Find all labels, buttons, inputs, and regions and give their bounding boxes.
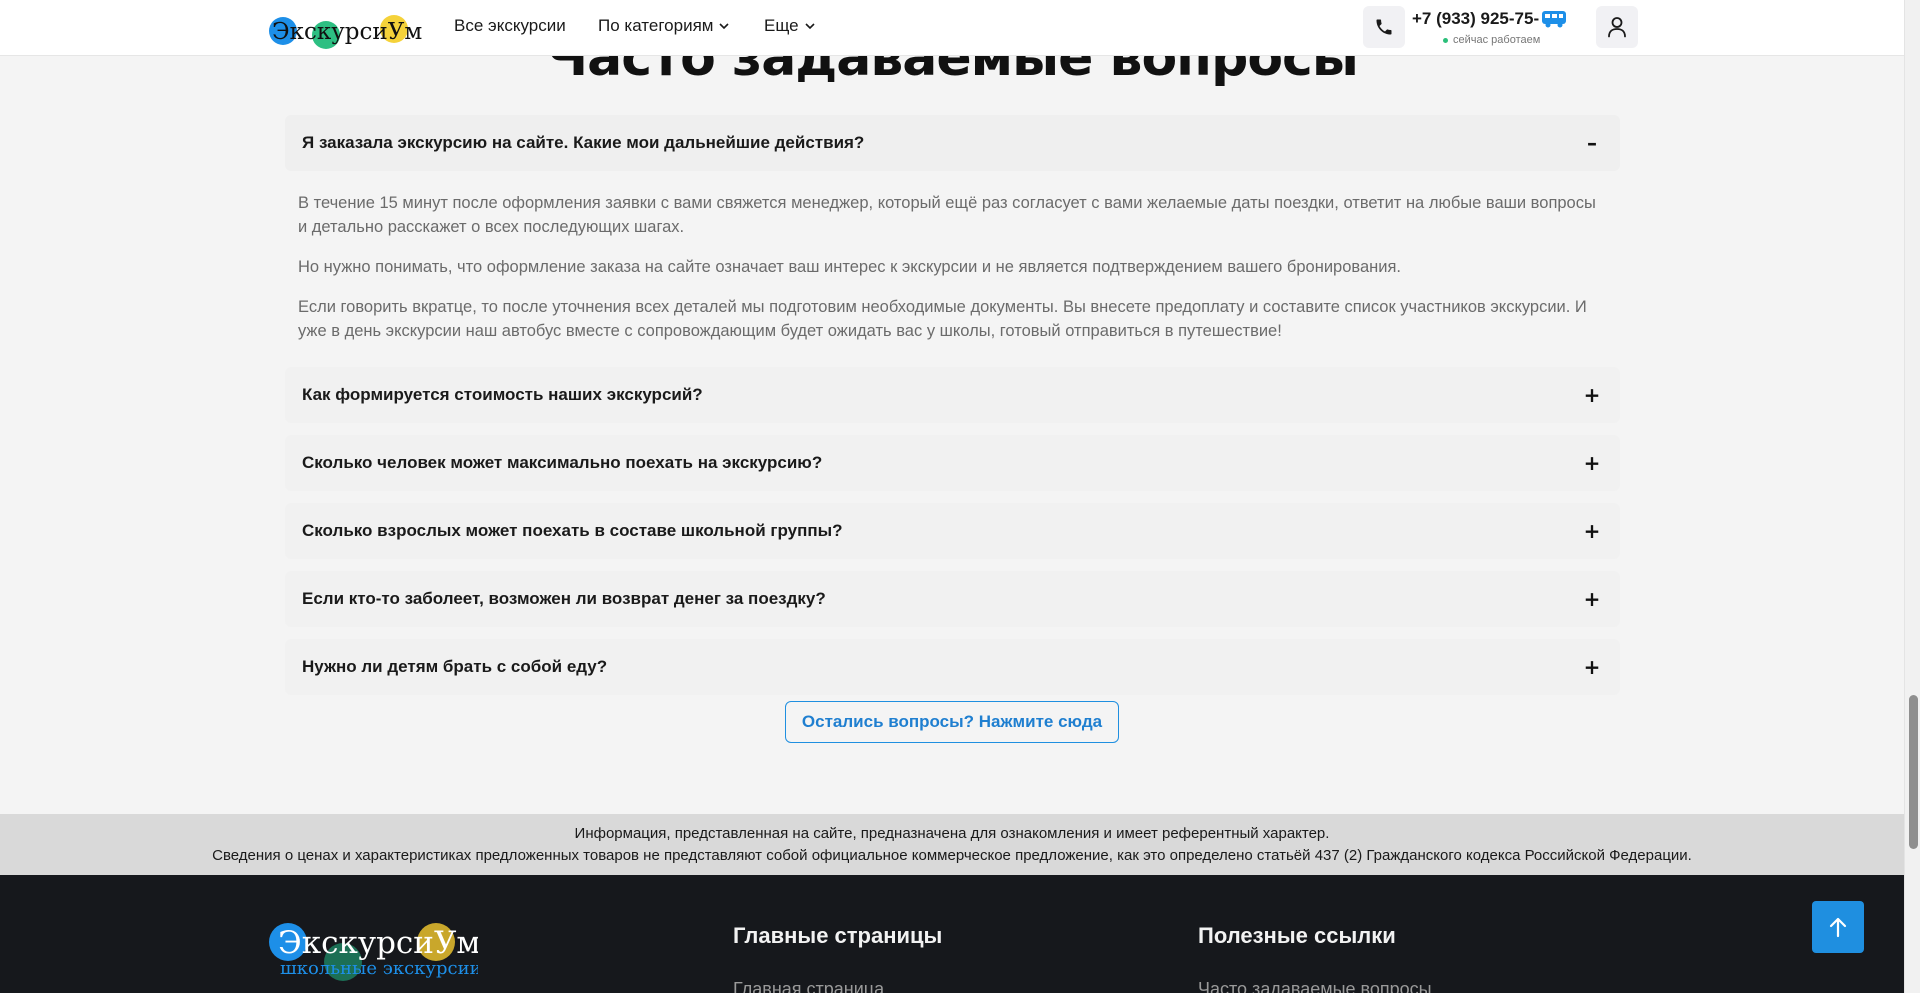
disclaimer-line: Сведения о ценах и характеристиках предл…	[212, 847, 1692, 864]
more-questions-wrap: Остались вопросы? Нажмите сюда	[0, 701, 1904, 743]
faq-question: Сколько взрослых может поехать в составе…	[302, 521, 843, 540]
faq-answer: В течение 15 минут после оформления заяв…	[285, 171, 1620, 355]
footer-col-title: Полезные ссылки	[1198, 923, 1396, 948]
faq-question-row[interactable]: Как формируется стоимость наших экскурси…	[285, 367, 1620, 423]
faq-question-row[interactable]: Нужно ли детям брать с собой еду? +	[285, 639, 1620, 695]
status-dot-icon	[1443, 37, 1448, 43]
plus-icon[interactable]: +	[1582, 385, 1602, 405]
faq-answer-paragraph: Но нужно понимать, что оформление заказа…	[298, 258, 1402, 276]
faq-question-row[interactable]: Сколько взрослых может поехать в составе…	[285, 503, 1620, 559]
work-status: сейчас работаем	[1443, 34, 1540, 46]
nav-label: Еще	[764, 16, 799, 35]
faq-question-row[interactable]: Сколько человек может максимально поехат…	[285, 435, 1620, 491]
chevron-down-icon	[805, 23, 815, 30]
scrollbar-thumb[interactable]	[1909, 695, 1918, 849]
nav-categories[interactable]: По категориям	[598, 16, 731, 36]
footer-col-title: Главные страницы	[733, 923, 943, 948]
faq-question-row[interactable]: Если кто-то заболеет, возможен ли возвра…	[285, 571, 1620, 627]
plus-icon[interactable]: +	[1582, 657, 1602, 677]
page-scrollbar[interactable]	[1904, 0, 1920, 993]
footer-logo-graphic: ЭкскурсиУм школьные экскурсии	[269, 923, 482, 981]
work-status-text: сейчас работаем	[1453, 34, 1541, 46]
chevron-down-icon	[719, 23, 730, 30]
nav-more[interactable]: Еще	[764, 16, 817, 36]
phone-button[interactable]	[1363, 6, 1405, 48]
disclaimer: Информация, представленная на сайте, пре…	[0, 814, 1904, 875]
footer-link[interactable]: Часто задаваемые вопросы	[1198, 979, 1432, 993]
nav-label: Все экскурсии	[454, 16, 566, 35]
minus-icon[interactable]: –	[1582, 133, 1602, 153]
faq-question-row[interactable]: Я заказала экскурсию на сайте. Какие мои…	[285, 115, 1620, 171]
site-logo-graphic: ЭкскурсиУм	[269, 15, 422, 49]
nav-label: По категориям	[598, 16, 714, 35]
faq-question: Если кто-то заболеет, возможен ли возвра…	[302, 589, 826, 608]
faq-item: Я заказала экскурсию на сайте. Какие мои…	[285, 115, 1620, 355]
site-header: ЭкскурсиУм Все экскурсии По категориям Е…	[0, 0, 1904, 56]
user-account-button[interactable]	[1596, 6, 1638, 48]
faq-item: Сколько человек может максимально поехат…	[285, 435, 1620, 491]
footer-link[interactable]: Главная страница	[733, 979, 884, 993]
plus-icon[interactable]: +	[1582, 589, 1602, 609]
footer-logo[interactable]: ЭкскурсиУм школьные экскурсии	[268, 922, 482, 982]
faq-question: Как формируется стоимость наших экскурси…	[302, 385, 703, 404]
faq-answer-paragraph: Если говорить вкратце, то после уточнени…	[298, 298, 1587, 340]
arrow-up-icon	[1829, 917, 1847, 938]
faq-question: Нужно ли детям брать с собой еду?	[302, 657, 608, 676]
faq-item: Если кто-то заболеет, возможен ли возвра…	[285, 571, 1620, 627]
faq-question: Я заказала экскурсию на сайте. Какие мои…	[302, 133, 865, 152]
faq-item: Сколько взрослых может поехать в составе…	[285, 503, 1620, 559]
bus-icon	[1542, 11, 1567, 28]
page: Часто задаваемые вопросы Я заказала экск…	[0, 0, 1904, 993]
faq-question: Сколько человек может максимально поехат…	[302, 453, 823, 472]
phone-number[interactable]: +7 (933) 925-75-	[1412, 9, 1567, 29]
footer-logo-text: ЭкскурсиУм	[278, 925, 478, 961]
phone-icon	[1376, 19, 1392, 35]
more-questions-button[interactable]: Остались вопросы? Нажмите сюда	[784, 701, 1120, 743]
scroll-to-top-button[interactable]	[1812, 901, 1864, 953]
faq-item: Как формируется стоимость наших экскурси…	[285, 367, 1620, 423]
faq-answer-paragraph: В течение 15 минут после оформления заяв…	[298, 194, 1596, 236]
user-icon	[1608, 17, 1626, 38]
footer: ЭкскурсиУм школьные экскурсии Главные ст…	[0, 875, 1904, 993]
site-logo-text: ЭкскурсиУм	[272, 19, 422, 45]
site-logo[interactable]: ЭкскурсиУм	[268, 12, 428, 50]
nav-all-excursions[interactable]: Все экскурсии	[454, 16, 566, 36]
disclaimer-line: Информация, представленная на сайте, пре…	[574, 825, 1330, 842]
plus-icon[interactable]: +	[1582, 453, 1602, 473]
faq-item: Нужно ли детям брать с собой еду? +	[285, 639, 1620, 695]
plus-icon[interactable]: +	[1582, 521, 1602, 541]
faq-list: Я заказала экскурсию на сайте. Какие мои…	[285, 115, 1620, 707]
phone-number-text: +7 (933) 925-75-	[1412, 9, 1540, 28]
footer-logo-subtitle: школьные экскурсии	[280, 958, 478, 979]
